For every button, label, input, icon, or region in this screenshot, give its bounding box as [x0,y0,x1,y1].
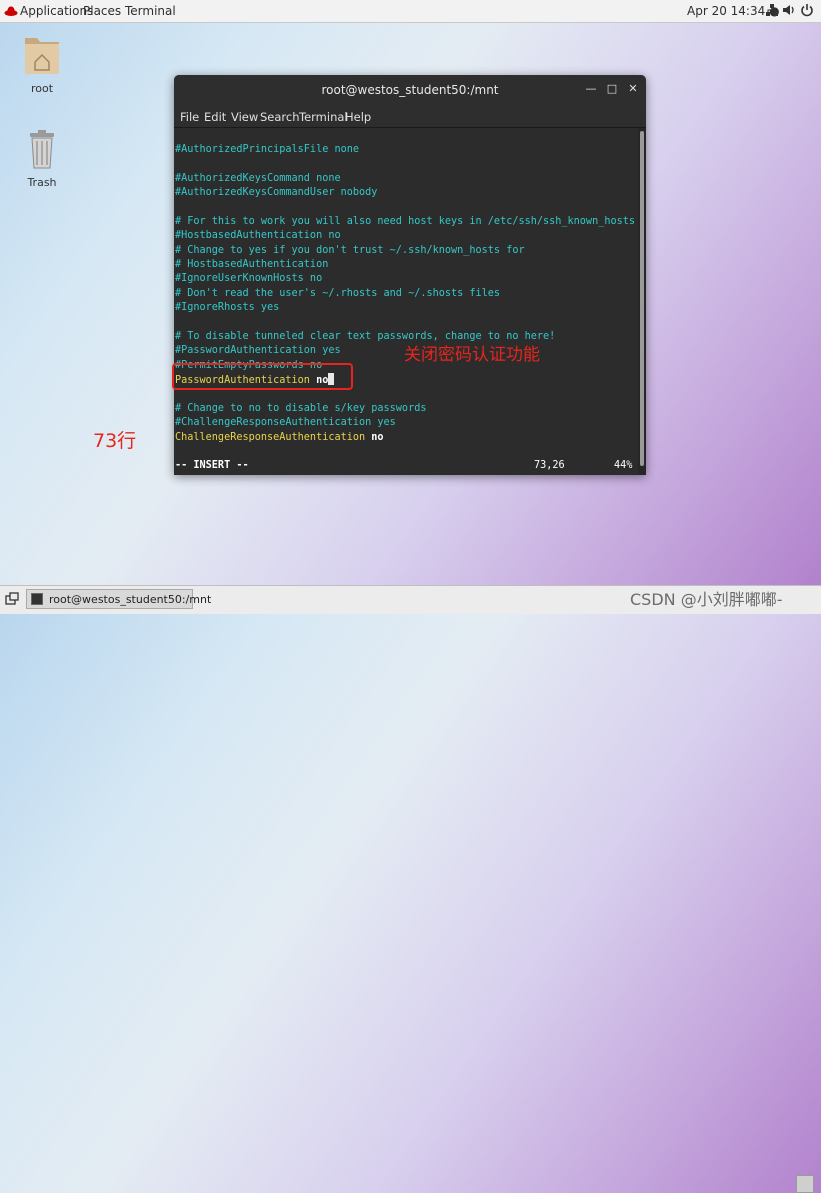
workspace-switcher[interactable] [796,1175,814,1193]
desktop-icon-trash[interactable]: Trash [12,128,72,189]
window-title: root@westos_student50:/mnt [321,83,499,97]
editor-line: #AuthorizedKeysCommand none [175,173,341,184]
editor-line: # HostbasedAuthentication [175,259,329,270]
taskbar-window-label: root@westos_student50:/mnt [49,593,212,606]
editor-line: #AuthorizedKeysCommandUser nobody [175,187,378,198]
power-icon[interactable] [800,3,814,17]
window-titlebar[interactable]: root@westos_student50:/mnt — □ ✕ [174,75,646,105]
config-key: ChallengeResponseAuthentication [175,432,366,443]
scrollbar-thumb[interactable] [640,131,644,466]
editor-line: #HostbasedAuthentication no [175,230,341,241]
top-panel: Applications Places Terminal Apr 20 14:3… [0,0,821,23]
places-menu[interactable]: Places [83,4,121,18]
network-icon[interactable] [765,3,779,17]
editor-line: #PasswordAuthentication yes [175,345,341,356]
scroll-percent: 44% [614,460,633,471]
config-value: no [371,432,384,443]
minimize-button[interactable]: — [584,82,598,96]
terminal-text-area[interactable]: #AuthorizedPrincipalsFile none #Authoriz… [174,128,638,475]
menu-help[interactable]: Help [345,110,371,124]
desktop-icon-label: Trash [27,176,57,189]
editor-line: # Don't read the user's ~/.rhosts and ~/… [175,288,501,299]
editor-line: # Change to yes if you don't trust ~/.ss… [175,245,525,256]
trash-icon [30,130,54,169]
terminal-app-menu[interactable]: Terminal [125,4,176,18]
close-button[interactable]: ✕ [626,82,640,96]
annotation-line-number: 73行 [93,430,137,452]
annotation-highlight-box [172,363,353,390]
menu-edit[interactable]: Edit [204,110,226,124]
maximize-button[interactable]: □ [605,82,619,96]
editor-challenge-line: ChallengeResponseAuthentication no [175,431,384,445]
watermark: CSDN @小刘胖嘟嘟- [630,590,783,609]
editor-line: # For this to work you will also need ho… [175,216,636,227]
annotation-note: 关闭密码认证功能 [404,345,540,365]
editor-line: #AuthorizedPrincipalsFile none [175,144,360,155]
vim-mode-indicator: -- INSERT -- [175,460,249,471]
terminal-window[interactable]: root@westos_student50:/mnt — □ ✕ File Ed… [174,75,646,475]
cursor-position: 73,26 [534,460,565,471]
menu-view[interactable]: View [231,110,258,124]
redhat-logo-icon [4,6,18,16]
menu-bar: File Edit View Search Terminal Help [174,105,646,128]
terminal-icon [31,593,43,605]
editor-line: #IgnoreRhosts yes [175,302,280,313]
home-folder-icon [25,38,59,74]
editor-line: #ChallengeResponseAuthentication yes [175,417,396,428]
show-desktop-icon[interactable] [5,592,19,606]
desktop-icon-root[interactable]: root [12,32,72,95]
editor-line: #IgnoreUserKnownHosts no [175,273,323,284]
volume-icon[interactable] [782,3,796,17]
menu-search[interactable]: Search [260,110,300,124]
editor-line: # Change to no to disable s/key password… [175,403,427,414]
desktop-icon-label: root [30,82,54,95]
menu-terminal[interactable]: Terminal [299,110,348,124]
taskbar-window-button[interactable]: root@westos_student50:/mnt [26,589,211,609]
menu-file[interactable]: File [180,110,199,124]
